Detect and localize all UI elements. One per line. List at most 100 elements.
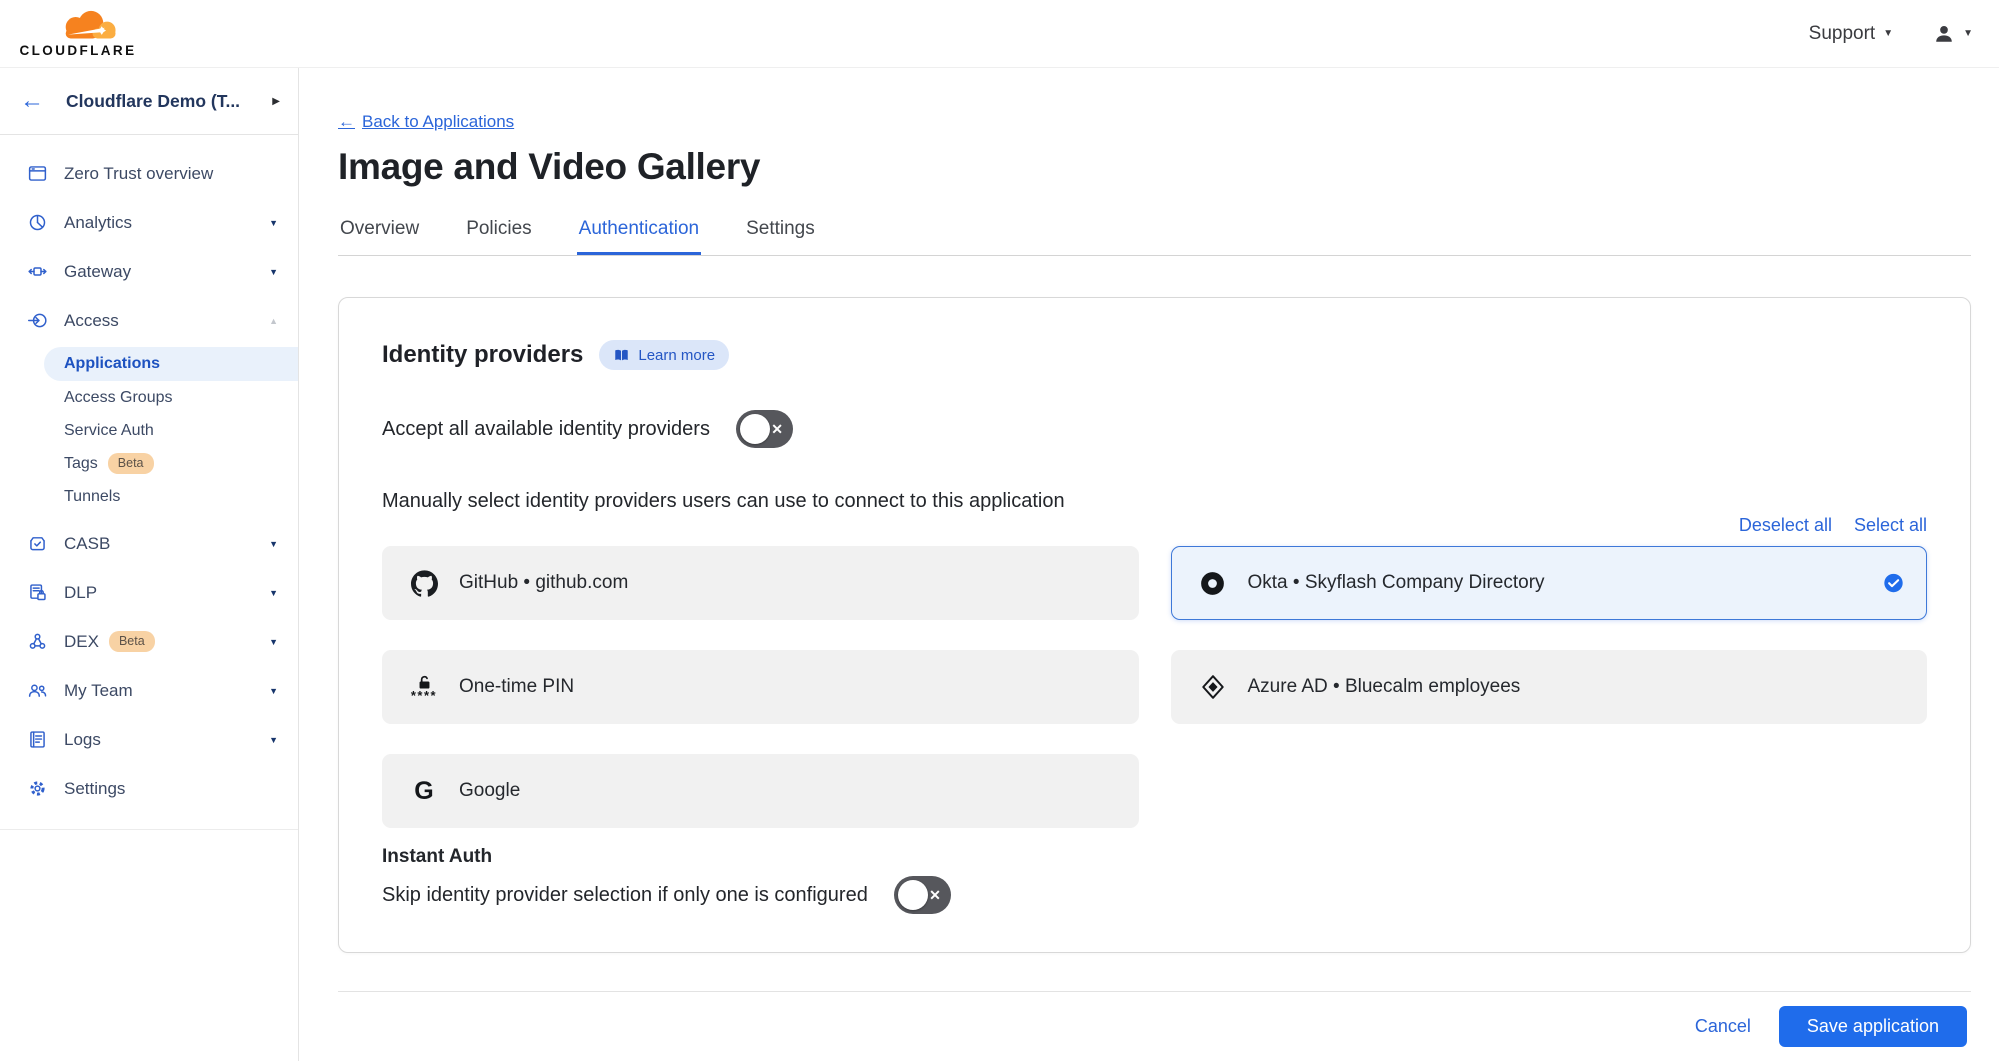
chevron-down-icon[interactable]: ▼ bbox=[269, 588, 278, 598]
chevron-down-icon: ▼ bbox=[1883, 28, 1893, 39]
manual-select-label: Manually select identity providers users… bbox=[382, 490, 1927, 513]
team-icon bbox=[26, 680, 48, 702]
card-heading: Identity providers bbox=[382, 341, 583, 369]
azure-ad-icon bbox=[1198, 674, 1228, 700]
gear-icon bbox=[26, 778, 48, 800]
sidebar-item-my-team[interactable]: My Team ▼ bbox=[0, 666, 298, 715]
chevron-down-icon[interactable]: ▼ bbox=[269, 637, 278, 647]
layout: ← Cloudflare Demo (T... ▶ Zero Trust ove… bbox=[0, 68, 1999, 1061]
provider-card-azure-ad[interactable]: Azure AD • Bluecalm employees bbox=[1171, 650, 1928, 724]
page-title: Image and Video Gallery bbox=[338, 146, 1971, 188]
chevron-down-icon[interactable]: ▼ bbox=[269, 267, 278, 277]
sidebar-item-analytics[interactable]: Analytics ▼ bbox=[0, 198, 298, 247]
sidebar-account-header: ← Cloudflare Demo (T... ▶ bbox=[0, 68, 298, 135]
learn-more-badge[interactable]: Learn more bbox=[599, 340, 729, 370]
github-icon bbox=[409, 570, 439, 597]
back-to-applications-link[interactable]: ← Back to Applications bbox=[338, 112, 514, 132]
deselect-all-link[interactable]: Deselect all bbox=[1739, 515, 1832, 536]
skip-selection-label: Skip identity provider selection if only… bbox=[382, 884, 868, 907]
beta-badge: Beta bbox=[108, 453, 154, 474]
sidebar-item-access-groups[interactable]: Access Groups bbox=[0, 381, 298, 414]
sidebar-item-applications[interactable]: Applications bbox=[44, 347, 298, 381]
casb-icon bbox=[26, 533, 48, 555]
sidebar-item-settings[interactable]: Settings bbox=[0, 764, 298, 813]
select-links: Deselect all Select all bbox=[382, 515, 1927, 536]
book-icon bbox=[613, 347, 630, 364]
google-icon: G bbox=[409, 779, 439, 804]
sidebar-nav: Zero Trust overview Analytics ▼ bbox=[0, 135, 298, 830]
tab-policies[interactable]: Policies bbox=[464, 218, 533, 255]
instant-auth-heading: Instant Auth bbox=[382, 846, 1927, 868]
accept-all-toggle[interactable]: ✕ bbox=[736, 410, 793, 448]
chevron-down-icon: ▼ bbox=[1963, 28, 1973, 39]
page: CLOUDFLARE Support ▼ ▼ ← Cloudflare Demo… bbox=[0, 0, 1999, 1061]
instant-auth-toggle[interactable]: ✕ bbox=[894, 876, 951, 914]
chevron-down-icon[interactable]: ▼ bbox=[269, 539, 278, 549]
support-label: Support bbox=[1809, 23, 1876, 45]
toggle-knob bbox=[898, 880, 928, 910]
user-icon bbox=[1933, 23, 1955, 45]
accept-all-label: Accept all available identity providers bbox=[382, 418, 710, 441]
provider-card-one-time-pin[interactable]: **** One-time PIN bbox=[382, 650, 1139, 724]
sidebar-item-tags[interactable]: Tags Beta bbox=[0, 447, 298, 480]
provider-card-github[interactable]: GitHub • github.com bbox=[382, 546, 1139, 620]
tab-overview[interactable]: Overview bbox=[338, 218, 421, 255]
tab-bar: Overview Policies Authentication Setting… bbox=[338, 218, 1971, 256]
cloudflare-logo: CLOUDFLARE bbox=[14, 9, 142, 58]
overview-icon bbox=[26, 163, 48, 185]
topbar-right: Support ▼ ▼ bbox=[1809, 23, 1973, 45]
tab-authentication[interactable]: Authentication bbox=[577, 218, 701, 255]
chevron-down-icon[interactable]: ▼ bbox=[269, 686, 278, 696]
dex-icon bbox=[26, 631, 48, 653]
analytics-icon bbox=[26, 212, 48, 234]
select-all-link[interactable]: Select all bbox=[1854, 515, 1927, 536]
chevron-up-icon[interactable]: ▲ bbox=[269, 316, 278, 326]
sidebar-item-gateway[interactable]: Gateway ▼ bbox=[0, 247, 298, 296]
sidebar-item-dlp[interactable]: DLP ▼ bbox=[0, 568, 298, 617]
selected-check-icon bbox=[1883, 573, 1904, 594]
topbar: CLOUDFLARE Support ▼ ▼ bbox=[0, 0, 1999, 68]
sidebar-item-zero-trust-overview[interactable]: Zero Trust overview bbox=[0, 149, 298, 198]
toggle-x-icon: ✕ bbox=[929, 888, 941, 902]
okta-icon bbox=[1198, 570, 1228, 597]
access-icon bbox=[26, 310, 48, 332]
brand-wordmark: CLOUDFLARE bbox=[20, 43, 137, 58]
gateway-icon bbox=[26, 261, 48, 283]
provider-card-google[interactable]: G Google bbox=[382, 754, 1139, 828]
provider-card-okta[interactable]: Okta • Skyflash Company Directory bbox=[1171, 546, 1928, 620]
accept-all-row: Accept all available identity providers … bbox=[382, 410, 1927, 448]
sidebar-item-tunnels[interactable]: Tunnels bbox=[0, 480, 298, 513]
sidebar-item-dex[interactable]: DEX Beta ▼ bbox=[0, 617, 298, 666]
sidebar-item-access[interactable]: Access ▲ bbox=[0, 296, 298, 345]
sidebar-item-service-auth[interactable]: Service Auth bbox=[0, 414, 298, 447]
footer-divider bbox=[338, 991, 1971, 992]
main-content: ← Back to Applications Image and Video G… bbox=[299, 68, 1999, 1061]
logs-icon bbox=[26, 729, 48, 751]
sidebar-item-casb[interactable]: CASB ▼ bbox=[0, 519, 298, 568]
access-subnav: Applications Access Groups Service Auth … bbox=[0, 347, 298, 513]
beta-badge: Beta bbox=[109, 631, 155, 652]
sidebar: ← Cloudflare Demo (T... ▶ Zero Trust ove… bbox=[0, 68, 299, 1061]
dlp-icon bbox=[26, 582, 48, 604]
card-heading-row: Identity providers Learn more bbox=[382, 340, 1927, 370]
identity-providers-card: Identity providers Learn more Accept all… bbox=[338, 297, 1971, 953]
sidebar-item-logs[interactable]: Logs ▼ bbox=[0, 715, 298, 764]
account-name[interactable]: Cloudflare Demo (T... bbox=[66, 91, 272, 112]
back-arrow-icon: ← bbox=[338, 112, 355, 132]
support-menu[interactable]: Support ▼ bbox=[1809, 23, 1893, 45]
chevron-right-icon[interactable]: ▶ bbox=[272, 96, 280, 107]
toggle-knob bbox=[740, 414, 770, 444]
back-arrow-icon[interactable]: ← bbox=[20, 89, 44, 113]
cancel-button[interactable]: Cancel bbox=[1695, 1016, 1751, 1037]
save-application-button[interactable]: Save application bbox=[1779, 1006, 1967, 1047]
chevron-down-icon[interactable]: ▼ bbox=[269, 735, 278, 745]
skip-selection-row: Skip identity provider selection if only… bbox=[382, 876, 1927, 914]
tab-settings[interactable]: Settings bbox=[744, 218, 817, 255]
otp-lock-icon: **** bbox=[409, 674, 439, 700]
user-menu[interactable]: ▼ bbox=[1933, 23, 1973, 45]
toggle-x-icon: ✕ bbox=[771, 422, 783, 436]
footer-actions: Cancel Save application bbox=[338, 1006, 1971, 1047]
chevron-down-icon[interactable]: ▼ bbox=[269, 218, 278, 228]
providers-grid: GitHub • github.com Okta • Skyflash Comp… bbox=[382, 546, 1927, 828]
sidebar-divider bbox=[0, 829, 298, 830]
